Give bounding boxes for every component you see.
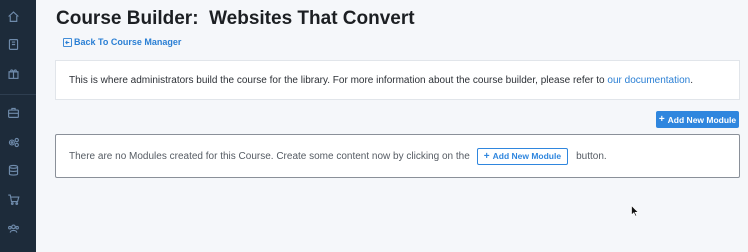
add-new-module-label: Add New Module <box>667 114 737 125</box>
settings-icon[interactable] <box>5 134 21 150</box>
back-arrow-icon <box>63 37 72 47</box>
gift-icon[interactable] <box>5 65 21 81</box>
plus-icon: + <box>658 114 665 125</box>
book-icon[interactable] <box>5 36 21 52</box>
add-new-module-button[interactable]: + Add New Module <box>656 111 739 128</box>
mouse-cursor-icon <box>631 205 639 217</box>
inline-add-new-module-label: Add New Module <box>492 151 562 161</box>
info-suffix: . <box>690 74 694 86</box>
home-icon[interactable] <box>5 8 21 24</box>
cart-icon[interactable] <box>5 191 21 207</box>
database-icon[interactable] <box>5 162 21 178</box>
briefcase-icon[interactable] <box>5 104 21 120</box>
info-description: This is where administrators build the c… <box>69 74 608 86</box>
plus-icon: + <box>483 150 490 162</box>
empty-state-suffix: button. <box>576 150 607 162</box>
sidebar <box>0 0 36 252</box>
inline-add-new-module-button[interactable]: + Add New Module <box>476 147 569 165</box>
back-link-label: Back To Course Manager <box>74 37 182 47</box>
page-title: Course Builder: Websites That Convert <box>56 8 415 29</box>
users-icon[interactable] <box>5 220 21 236</box>
sidebar-divider <box>0 94 36 95</box>
info-panel: This is where administrators build the c… <box>55 60 740 100</box>
back-to-course-manager-link[interactable]: Back To Course Manager <box>63 37 181 47</box>
main-content: Course Builder: Websites That Convert Ba… <box>36 0 748 252</box>
documentation-link[interactable]: our documentation <box>607 75 690 86</box>
info-text: This is where administrators build the c… <box>69 75 693 86</box>
empty-state-text: There are no Modules created for this Co… <box>69 150 470 162</box>
empty-modules-panel: There are no Modules created for this Co… <box>55 134 740 178</box>
